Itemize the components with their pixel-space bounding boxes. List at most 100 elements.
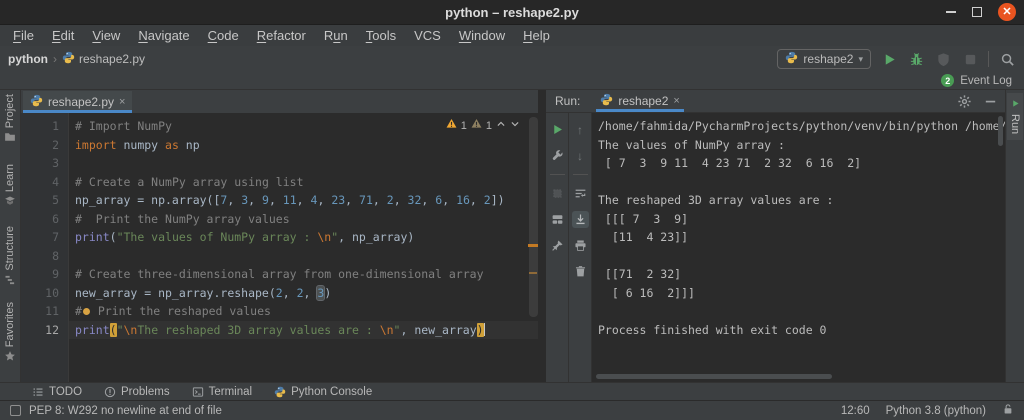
terminal-icon xyxy=(192,386,204,398)
toolbar-divider xyxy=(988,51,989,67)
title-bar: python – reshape2.py ✕ xyxy=(0,0,1024,25)
editor-code-area[interactable]: # Import NumPy import numpy as np # Create… xyxy=(69,113,538,382)
menu-refactor[interactable]: Refactor xyxy=(248,28,315,43)
inspection-widget[interactable]: 1 1 xyxy=(443,117,522,136)
line-number: 11 xyxy=(45,304,59,318)
menu-vcs[interactable]: VCS xyxy=(405,28,450,43)
event-log-button[interactable]: Event Log xyxy=(960,75,1012,87)
line-number: 5 xyxy=(52,193,59,207)
chevron-down-icon[interactable] xyxy=(510,117,520,136)
run-button[interactable] xyxy=(880,50,898,68)
caret-position[interactable]: 12:60 xyxy=(841,405,870,417)
minimize-button[interactable] xyxy=(946,11,956,13)
up-arrow-icon[interactable]: ↑ xyxy=(572,121,589,138)
toolwindow-problems[interactable]: Problems xyxy=(104,386,170,398)
menu-window[interactable]: Window xyxy=(450,28,514,43)
sidebar-tab-project[interactable]: Project xyxy=(0,94,20,146)
code-line: # Print the reshaped values xyxy=(75,304,271,318)
line-number: 8 xyxy=(52,248,59,263)
tab-reshape2-py[interactable]: reshape2.py × xyxy=(23,91,133,113)
run-body: ↑ ↓ /home/fahmida/PycharmProjects/python… xyxy=(546,113,1005,382)
soft-wrap-button[interactable] xyxy=(572,185,589,202)
editor-scrollbar[interactable] xyxy=(529,117,538,317)
gear-icon[interactable] xyxy=(955,92,973,110)
debug-button[interactable] xyxy=(907,50,925,68)
breadcrumb-project[interactable]: python xyxy=(8,52,48,66)
editor-pane: reshape2.py × 1 2 3 4 5 6 7 8 9 10 11 12 # Import N… xyxy=(21,90,538,382)
python-icon xyxy=(62,51,75,67)
line-number: 7 xyxy=(52,230,59,244)
run-configuration-select[interactable]: reshape2 ▾ xyxy=(777,49,871,69)
menu-file[interactable]: File xyxy=(4,28,43,43)
sidebar-tab-learn[interactable]: Learn xyxy=(0,164,20,210)
edit-configuration-button[interactable] xyxy=(549,147,566,164)
scroll-to-end-button[interactable] xyxy=(571,211,589,228)
restore-layout-button[interactable] xyxy=(549,211,566,228)
event-log-badge: 2 xyxy=(941,74,955,87)
console-line: [[71 2 32] xyxy=(598,267,682,281)
error-stripe-mark[interactable] xyxy=(529,272,537,274)
breadcrumb: python › reshape2.py xyxy=(8,51,145,67)
menu-navigate[interactable]: Navigate xyxy=(129,28,198,43)
sidebar-tab-label: Learn xyxy=(4,164,16,193)
stop-button[interactable] xyxy=(549,185,566,202)
coverage-button[interactable] xyxy=(934,50,952,68)
main-area: Project Learn Structure Favorites reshape2.… xyxy=(0,90,1024,382)
navigation-bar: python › reshape2.py reshape2 ▾ xyxy=(0,46,1024,72)
run-console-output[interactable]: /home/fahmida/PycharmProjects/python/ven… xyxy=(592,113,1005,382)
console-line: [[[ 7 3 9] xyxy=(598,211,689,226)
menu-help[interactable]: Help xyxy=(514,28,559,43)
menu-run[interactable]: Run xyxy=(315,28,357,43)
hide-panel-button[interactable] xyxy=(981,92,999,110)
close-button[interactable]: ✕ xyxy=(998,3,1016,21)
menu-code[interactable]: Code xyxy=(199,28,248,43)
code-line: # Print the NumPy array values xyxy=(75,211,290,226)
error-stripe-mark[interactable] xyxy=(528,244,538,247)
run-toolbar: reshape2 ▾ xyxy=(777,49,1016,69)
sidebar-tab-favorites[interactable]: Favorites xyxy=(0,302,20,365)
close-tab-icon[interactable]: × xyxy=(119,96,125,108)
editor-indicator-icon[interactable] xyxy=(10,405,21,416)
console-line: [11 4 23]] xyxy=(598,230,689,244)
rerun-button[interactable] xyxy=(549,121,566,138)
console-vertical-scrollbar[interactable] xyxy=(998,116,1003,146)
toolwindow-todo[interactable]: TODO xyxy=(32,386,82,398)
breadcrumb-separator: › xyxy=(53,52,57,66)
lock-icon[interactable] xyxy=(1002,403,1014,418)
interpreter-selector[interactable]: Python 3.8 (python) xyxy=(886,405,986,417)
line-number: 9 xyxy=(52,267,59,281)
editor-run-splitter[interactable] xyxy=(538,90,546,382)
run-tab-reshape2[interactable]: reshape2 × xyxy=(594,90,685,112)
code-editor[interactable]: 1 2 3 4 5 6 7 8 9 10 11 12 # Import NumPy import num… xyxy=(21,113,538,382)
todo-icon xyxy=(32,386,44,398)
problems-icon xyxy=(104,386,116,398)
menu-edit[interactable]: Edit xyxy=(43,28,83,43)
warning-icon xyxy=(446,117,457,136)
sidebar-tab-label: Favorites xyxy=(4,302,16,348)
close-tab-icon[interactable]: × xyxy=(673,95,679,107)
editor-gutter: 1 2 3 4 5 6 7 8 9 10 11 12 xyxy=(21,113,69,382)
down-arrow-icon[interactable]: ↓ xyxy=(572,147,589,164)
event-bar: 2 Event Log xyxy=(0,72,1024,90)
pin-tab-button[interactable] xyxy=(549,237,566,254)
toolwindow-terminal[interactable]: Terminal xyxy=(192,386,252,398)
profiler-button[interactable] xyxy=(961,50,979,68)
toolwindow-python-console[interactable]: Python Console xyxy=(274,386,372,398)
print-button[interactable] xyxy=(572,237,589,254)
chevron-down-icon: ▾ xyxy=(858,53,863,64)
console-horizontal-scrollbar[interactable] xyxy=(596,374,832,379)
warning-count: 1 xyxy=(460,120,467,132)
maximize-button[interactable] xyxy=(972,7,982,17)
breadcrumb-file[interactable]: reshape2.py xyxy=(62,51,145,67)
chevron-up-icon[interactable] xyxy=(496,117,506,136)
menu-view[interactable]: View xyxy=(83,28,129,43)
divider xyxy=(549,174,565,175)
code-line: print("\nThe reshaped 3D array values ar… xyxy=(69,320,538,339)
clear-all-button[interactable] xyxy=(572,263,589,280)
sidebar-tab-structure[interactable]: Structure xyxy=(0,226,20,289)
menu-tools[interactable]: Tools xyxy=(357,28,405,43)
tab-run-side[interactable]: Run xyxy=(1007,93,1023,141)
search-everywhere-button[interactable] xyxy=(998,50,1016,68)
